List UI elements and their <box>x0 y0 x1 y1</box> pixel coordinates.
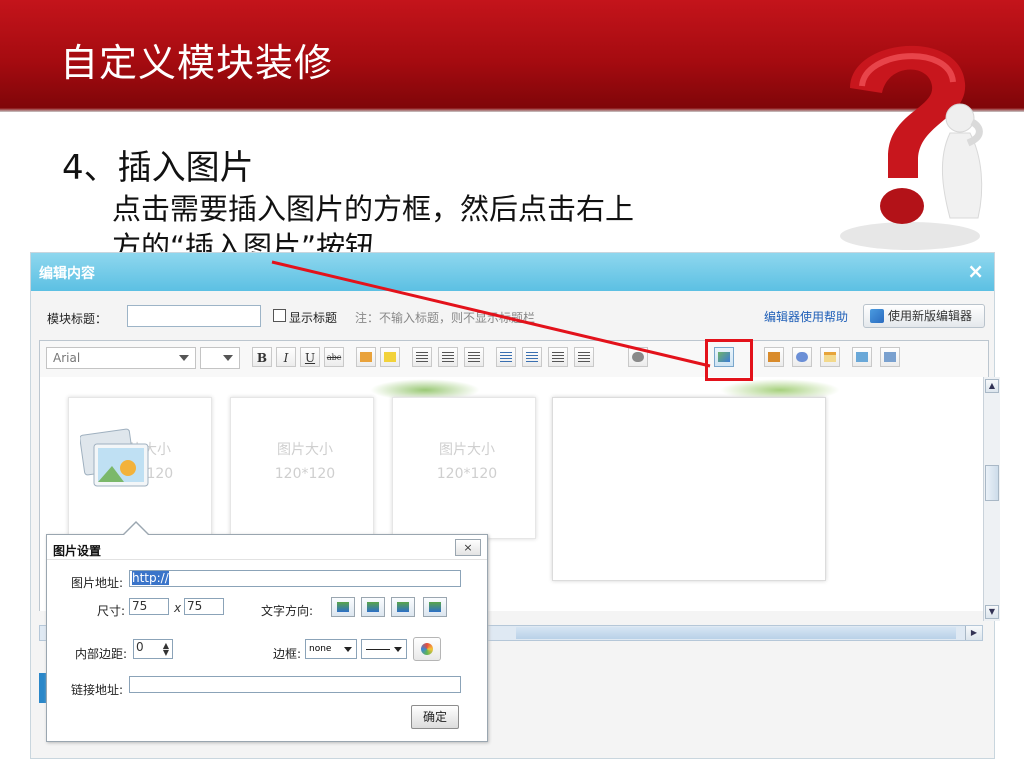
align-left-button[interactable] <box>412 347 432 367</box>
horizontal-scroll-thumb[interactable] <box>516 627 956 639</box>
border-label: 边框: <box>273 647 302 661</box>
editor-title: 编辑内容 <box>39 266 95 282</box>
text-direction-right-button[interactable] <box>423 597 447 617</box>
image-url-value: http:// <box>132 571 169 585</box>
new-editor-button[interactable]: 使用新版编辑器 <box>863 304 985 328</box>
preview-button[interactable] <box>880 347 900 367</box>
insert-flash-button[interactable] <box>764 347 784 367</box>
text-direction-top-button[interactable] <box>361 597 385 617</box>
padding-stepper[interactable]: 0 ▲ ▼ <box>133 639 173 659</box>
padding-label: 内部边距: <box>75 647 128 661</box>
placeholder-size-value: 120*120 <box>436 466 498 482</box>
align-right-button[interactable] <box>464 347 484 367</box>
border-style-value: none <box>309 644 332 654</box>
dialog-title: 图片设置 <box>53 544 102 558</box>
text-direction-bottom-button[interactable] <box>391 597 415 617</box>
editor-close-button[interactable]: × <box>967 259 984 283</box>
text-direction-left-button[interactable] <box>331 597 355 617</box>
text-direction-label: 文字方向: <box>261 604 314 618</box>
image-slot-placeholder: 图片大小 120*120 <box>255 438 355 486</box>
size-label: 尺寸: <box>97 604 126 618</box>
image-slot-large[interactable] <box>552 397 826 581</box>
editor-toolbar: Arial B I U abc <box>39 340 989 378</box>
refresh-icon <box>870 309 884 323</box>
step-title: 4、插入图片 <box>62 148 254 188</box>
align-center-button[interactable] <box>438 347 458 367</box>
scroll-up-icon[interactable]: ▲ <box>985 379 999 393</box>
color-palette-icon <box>421 643 433 655</box>
height-input[interactable]: 75 <box>184 598 224 615</box>
image-slot-2[interactable]: 图片大小 120*120 <box>230 397 374 539</box>
text-color-button[interactable] <box>356 347 376 367</box>
italic-button[interactable]: I <box>276 347 296 367</box>
size-separator: x <box>174 601 182 615</box>
placeholder-size-value: 120*120 <box>274 466 336 482</box>
border-line-select[interactable] <box>361 639 407 659</box>
source-code-button[interactable] <box>852 347 872 367</box>
insert-table-button[interactable] <box>820 347 840 367</box>
indent-button[interactable] <box>496 347 516 367</box>
question-mark-figure-image <box>840 45 983 250</box>
show-title-label: 显示标题 <box>289 311 338 325</box>
image-slot-placeholder: 图片大小 120*120 <box>417 438 517 486</box>
module-title-label: 模块标题： <box>47 312 108 326</box>
insert-image-highlight-box <box>705 339 753 381</box>
placeholder-size-label: 图片大小 <box>277 442 333 458</box>
strikethrough-button[interactable]: abc <box>324 347 344 367</box>
width-input[interactable]: 75 <box>129 598 169 615</box>
editor-help-link[interactable]: 编辑器使用帮助 <box>764 308 848 325</box>
editor-header: 编辑内容 × <box>31 253 994 291</box>
vertical-scroll-thumb[interactable] <box>985 465 999 501</box>
module-title-input[interactable] <box>127 305 261 327</box>
image-slot-3[interactable]: 图片大小 120*120 <box>392 397 536 539</box>
picture-icon <box>80 428 149 487</box>
image-url-label: 图片地址: <box>71 576 124 590</box>
scroll-down-icon[interactable]: ▼ <box>985 605 999 619</box>
underline-button[interactable]: U <box>300 347 320 367</box>
font-family-value: Arial <box>53 351 81 365</box>
stepper-arrows-icon[interactable]: ▲ ▼ <box>163 642 169 657</box>
highlight-button[interactable] <box>380 347 400 367</box>
vertical-scrollbar[interactable]: ▲ ▼ <box>983 377 1000 621</box>
numbered-list-button[interactable] <box>574 347 594 367</box>
link-button[interactable] <box>628 347 648 367</box>
dialog-pointer-inner <box>124 523 148 535</box>
border-color-button[interactable] <box>413 637 441 661</box>
slide-title: 自定义模块装修 <box>60 41 334 85</box>
bullet-list-button[interactable] <box>548 347 568 367</box>
image-settings-dialog: 图片设置 × 图片地址: http:// 尺寸: 75 x 75 文字方向: 内… <box>46 534 488 742</box>
step-description-line1: 点击需要插入图片的方框，然后点击右上 <box>112 192 635 226</box>
confirm-button[interactable]: 确定 <box>411 705 459 729</box>
insert-media-button[interactable] <box>792 347 812 367</box>
font-size-select[interactable] <box>200 347 240 369</box>
show-title-note: 注：不输入标题，则不显示标题栏 <box>355 311 536 325</box>
outdent-button[interactable] <box>522 347 542 367</box>
link-url-label: 链接地址: <box>71 683 124 697</box>
new-editor-label: 使用新版编辑器 <box>888 309 973 323</box>
image-url-input[interactable]: http:// <box>129 570 461 587</box>
show-title-checkbox[interactable] <box>273 309 286 322</box>
font-family-select[interactable]: Arial <box>46 347 196 369</box>
placeholder-size-label: 图片大小 <box>439 442 495 458</box>
dialog-close-button[interactable]: × <box>455 539 481 556</box>
border-style-select[interactable]: none <box>305 639 357 659</box>
link-url-input[interactable] <box>129 676 461 693</box>
scroll-right-icon[interactable]: ▶ <box>965 626 982 640</box>
padding-value: 0 <box>136 640 144 654</box>
bold-button[interactable]: B <box>252 347 272 367</box>
dialog-divider <box>47 559 487 560</box>
